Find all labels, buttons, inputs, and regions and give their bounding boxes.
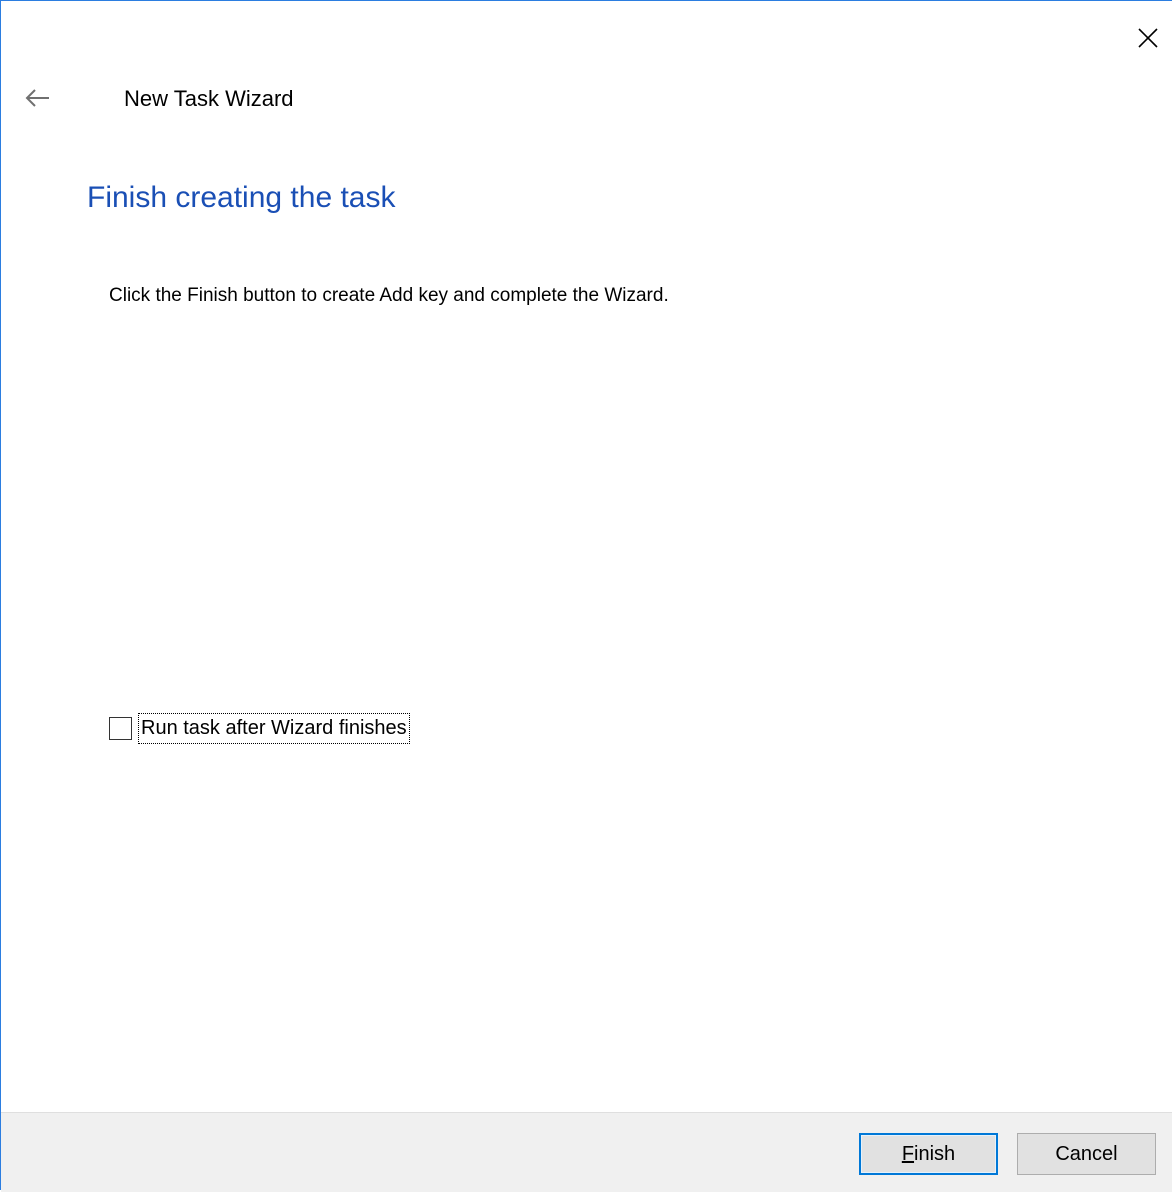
arrow-left-icon: [25, 89, 49, 107]
wizard-window: New Task Wizard Finish creating the task…: [0, 0, 1172, 1192]
close-icon: [1138, 28, 1158, 48]
back-button[interactable]: [21, 81, 55, 115]
run-after-checkbox-row[interactable]: Run task after Wizard finishes: [109, 712, 410, 744]
run-after-checkbox-label[interactable]: Run task after Wizard finishes: [138, 712, 410, 744]
button-bar: Finish Cancel: [1, 1112, 1172, 1192]
finish-mnemonic: F: [901, 1142, 915, 1165]
window-title: New Task Wizard: [124, 86, 294, 111]
cancel-button[interactable]: Cancel: [1017, 1133, 1156, 1175]
finish-label: inish: [914, 1142, 956, 1165]
instructions-text: Click the Finish button to create Add ke…: [109, 285, 669, 306]
finish-button[interactable]: Finish: [859, 1133, 998, 1175]
close-button[interactable]: [1127, 17, 1167, 57]
run-after-checkbox[interactable]: [109, 716, 132, 740]
page-heading: Finish creating the task: [87, 181, 396, 214]
